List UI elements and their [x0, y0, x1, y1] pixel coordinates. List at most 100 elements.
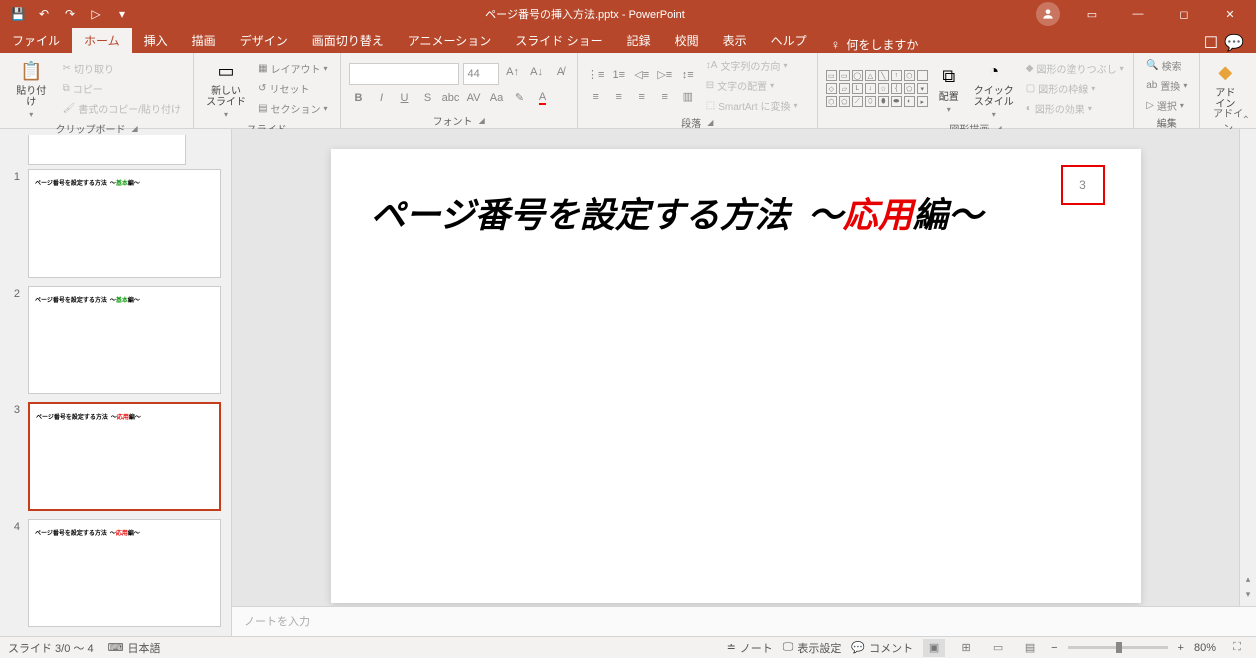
undo-button[interactable]: ↶ [32, 2, 56, 26]
tab-draw[interactable]: 描画 [180, 28, 228, 53]
thumbnail-row[interactable]: 4ページ番号を設定する方法～応用編～ [0, 515, 231, 632]
thumbnail-row[interactable]: 1ページ番号を設定する方法～基本編～ [0, 165, 231, 282]
tab-review[interactable]: 校閲 [663, 28, 711, 53]
slide-title[interactable]: ページ番号を設定する方法 ～応用編～ [371, 187, 1101, 238]
maximize-button[interactable]: ◻ [1162, 0, 1206, 28]
minimize-button[interactable]: — [1116, 0, 1160, 28]
zoom-slider-thumb[interactable] [1116, 642, 1122, 653]
paragraph-dialog-launcher[interactable]: ◢ [707, 118, 713, 127]
change-case-icon[interactable]: Aa [487, 89, 507, 107]
format-painter-button[interactable]: 🖌書式のコピー/貼り付け [59, 99, 185, 118]
display-settings-button[interactable]: 🖵表示設定 [783, 640, 842, 656]
line-spacing-icon[interactable]: ↕≡ [678, 66, 698, 84]
normal-view-icon[interactable]: ▣ [923, 639, 945, 657]
numbering-icon[interactable]: 1≡ [609, 66, 629, 84]
notes-pane[interactable]: ノートを入力 [232, 606, 1256, 636]
align-left-icon[interactable]: ≡ [586, 88, 606, 106]
collapse-ribbon-icon[interactable]: ⌃ [1242, 115, 1250, 126]
align-right-icon[interactable]: ≡ [632, 88, 652, 106]
tab-slideshow[interactable]: スライド ショー [503, 28, 614, 53]
char-spacing-icon[interactable]: AV [464, 89, 484, 107]
justify-icon[interactable]: ≡ [655, 88, 675, 106]
page-number-placeholder[interactable]: 3 [1061, 165, 1105, 205]
thumbnail-row[interactable]: 3ページ番号を設定する方法～応用編～ [0, 398, 231, 515]
paste-button[interactable]: 📋 貼り付け ▾ [8, 56, 55, 121]
tab-insert[interactable]: 挿入 [132, 28, 180, 53]
zoom-slider[interactable] [1068, 646, 1168, 649]
slideshow-start-button[interactable]: ▷ [84, 2, 108, 26]
convert-smartart-button[interactable]: ⬚SmartArt に変換▾ [702, 96, 802, 115]
language-indicator[interactable]: ⌨日本語 [108, 640, 161, 656]
slide-canvas[interactable]: 3 ページ番号を設定する方法 ～応用編～ [331, 149, 1141, 603]
cut-button[interactable]: ✂切り取り [59, 59, 185, 78]
font-family-combo[interactable] [349, 63, 459, 85]
shape-outline-button[interactable]: ▢図形の枠線▾ [1022, 79, 1128, 98]
font-dialog-launcher[interactable]: ◢ [479, 116, 485, 125]
zoom-level[interactable]: 80% [1194, 642, 1216, 654]
slide-counter[interactable]: スライド 3/0 ～ 4 [8, 640, 94, 656]
reset-button[interactable]: ↺リセット [254, 79, 331, 98]
find-button[interactable]: 🔍検索 [1142, 56, 1191, 75]
share-icon[interactable]: ☐ [1204, 33, 1218, 53]
increase-indent-icon[interactable]: ▷≡ [655, 66, 675, 84]
thumbnail-row[interactable]: 2ページ番号を設定する方法～基本編～ [0, 282, 231, 399]
thumbnail-overflow[interactable] [28, 135, 186, 165]
underline-icon[interactable]: U [395, 89, 415, 107]
section-button[interactable]: ▤セクション▾ [254, 99, 331, 118]
slide-thumbnails-panel[interactable]: 1ページ番号を設定する方法～基本編～2ページ番号を設定する方法～基本編～3ページ… [0, 129, 232, 636]
replace-button[interactable]: ab置換▾ [1142, 76, 1191, 95]
slide-thumbnail[interactable]: ページ番号を設定する方法～基本編～ [28, 169, 221, 278]
decrease-indent-icon[interactable]: ◁≡ [632, 66, 652, 84]
shape-effects-button[interactable]: ◐図形の効果▾ [1022, 99, 1128, 118]
clear-formatting-icon[interactable]: A̸ [551, 63, 571, 81]
font-size-combo[interactable]: 44 [463, 63, 499, 85]
shadow-icon[interactable]: abc [441, 89, 461, 107]
shapes-gallery[interactable]: ▭▭◯△╲↑⬡ ◇▱L↓☆{⬠▾ ⬡⬠⟋⬯⬮⬬◐▸ [826, 70, 928, 107]
next-slide-icon[interactable]: ▾ [1246, 589, 1251, 600]
tell-me-search[interactable]: ♀ 何をしますか [819, 36, 931, 53]
text-direction-button[interactable]: ↕A文字列の方向▾ [702, 56, 802, 75]
copy-button[interactable]: ⧉コピー [59, 79, 185, 98]
notes-toggle[interactable]: ≐ノート [727, 640, 773, 656]
highlight-icon[interactable]: ✎ [510, 89, 530, 107]
slide-thumbnail[interactable]: ページ番号を設定する方法～基本編～ [28, 286, 221, 395]
tab-home[interactable]: ホーム [72, 28, 132, 53]
layout-button[interactable]: ▦レイアウト▾ [254, 59, 331, 78]
quick-styles-button[interactable]: ◔ クイック スタイル ▾ [970, 56, 1018, 121]
align-text-button[interactable]: ⊟文字の配置▾ [702, 76, 802, 95]
close-button[interactable]: ✕ [1208, 0, 1252, 28]
canvas-area[interactable]: 3 ページ番号を設定する方法 ～応用編～ [232, 129, 1239, 606]
save-button[interactable]: 💾 [6, 2, 30, 26]
addins-button[interactable]: ◆ アド イン [1208, 58, 1242, 112]
slideshow-view-icon[interactable]: ▤ [1019, 639, 1041, 657]
align-center-icon[interactable]: ≡ [609, 88, 629, 106]
strikethrough-icon[interactable]: S [418, 89, 438, 107]
slide-sorter-view-icon[interactable]: ⊞ [955, 639, 977, 657]
tab-help[interactable]: ヘルプ [759, 28, 819, 53]
tab-transitions[interactable]: 画面切り替え [300, 28, 396, 53]
redo-button[interactable]: ↷ [58, 2, 82, 26]
tab-animations[interactable]: アニメーション [396, 28, 504, 53]
font-color-icon[interactable]: A [533, 89, 553, 107]
comments-icon[interactable]: 💬 [1224, 33, 1244, 53]
tab-file[interactable]: ファイル [0, 28, 72, 53]
prev-slide-icon[interactable]: ▴ [1246, 574, 1251, 585]
ribbon-display-options[interactable]: ▭ [1070, 0, 1114, 28]
clipboard-dialog-launcher[interactable]: ◢ [131, 124, 137, 133]
qat-dropdown[interactable]: ▾ [110, 2, 134, 26]
select-button[interactable]: ▷選択▾ [1142, 96, 1191, 115]
bullets-icon[interactable]: ⋮≡ [586, 66, 606, 84]
arrange-button[interactable]: ⧉ 配置 ▾ [932, 62, 966, 116]
zoom-in-button[interactable]: + [1178, 642, 1184, 654]
zoom-out-button[interactable]: − [1051, 642, 1057, 654]
comments-button[interactable]: 💬コメント [851, 640, 913, 656]
slide-thumbnail[interactable]: ページ番号を設定する方法～応用編～ [28, 402, 221, 511]
tab-record[interactable]: 記録 [615, 28, 663, 53]
italic-icon[interactable]: I [372, 89, 392, 107]
increase-font-icon[interactable]: A↑ [503, 63, 523, 81]
decrease-font-icon[interactable]: A↓ [527, 63, 547, 81]
slide-thumbnail[interactable]: ページ番号を設定する方法～応用編～ [28, 519, 221, 628]
account-icon[interactable] [1036, 2, 1060, 26]
fit-to-window-icon[interactable]: ⛶ [1226, 639, 1248, 657]
new-slide-button[interactable]: ▭ 新しい スライド ▾ [202, 56, 250, 121]
